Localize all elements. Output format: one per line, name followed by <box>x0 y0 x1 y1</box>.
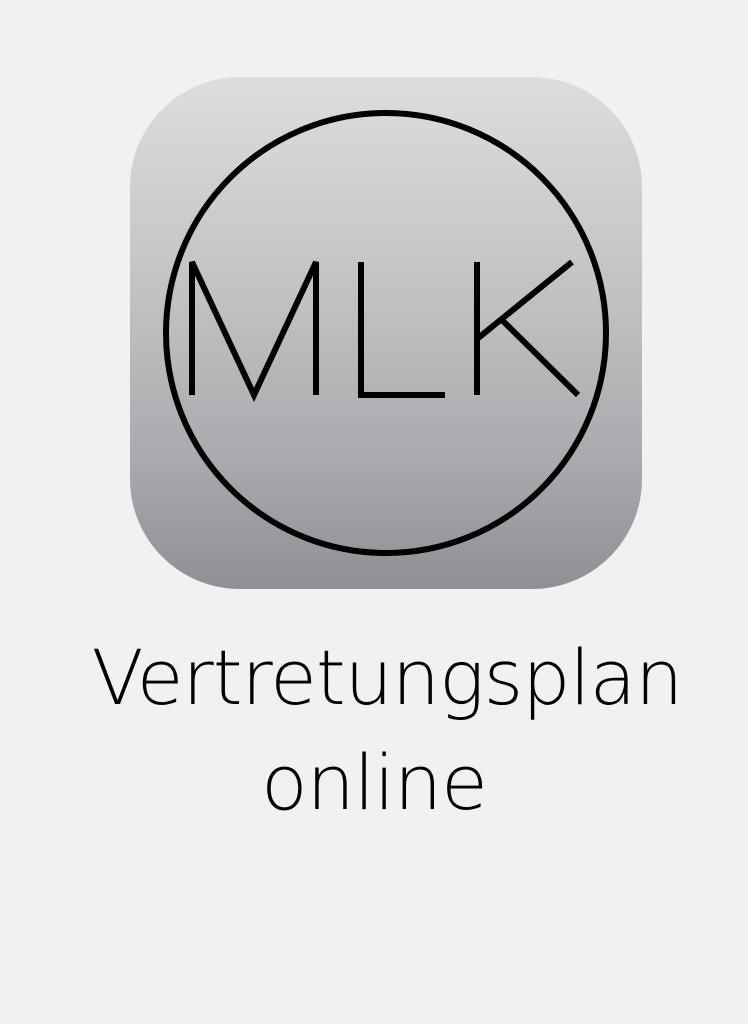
mlk-logo-icon <box>163 110 609 556</box>
app-title-line2: online <box>261 738 488 827</box>
logo-letter-k-arm <box>475 259 574 342</box>
logo-letter-k-leg <box>499 317 581 398</box>
app-icon[interactable] <box>130 77 642 589</box>
logo-letter-l <box>358 262 445 398</box>
logo-letter-m <box>189 260 319 403</box>
app-title-line1: Vertretungsplan <box>91 633 684 722</box>
logo-ring <box>163 110 609 556</box>
